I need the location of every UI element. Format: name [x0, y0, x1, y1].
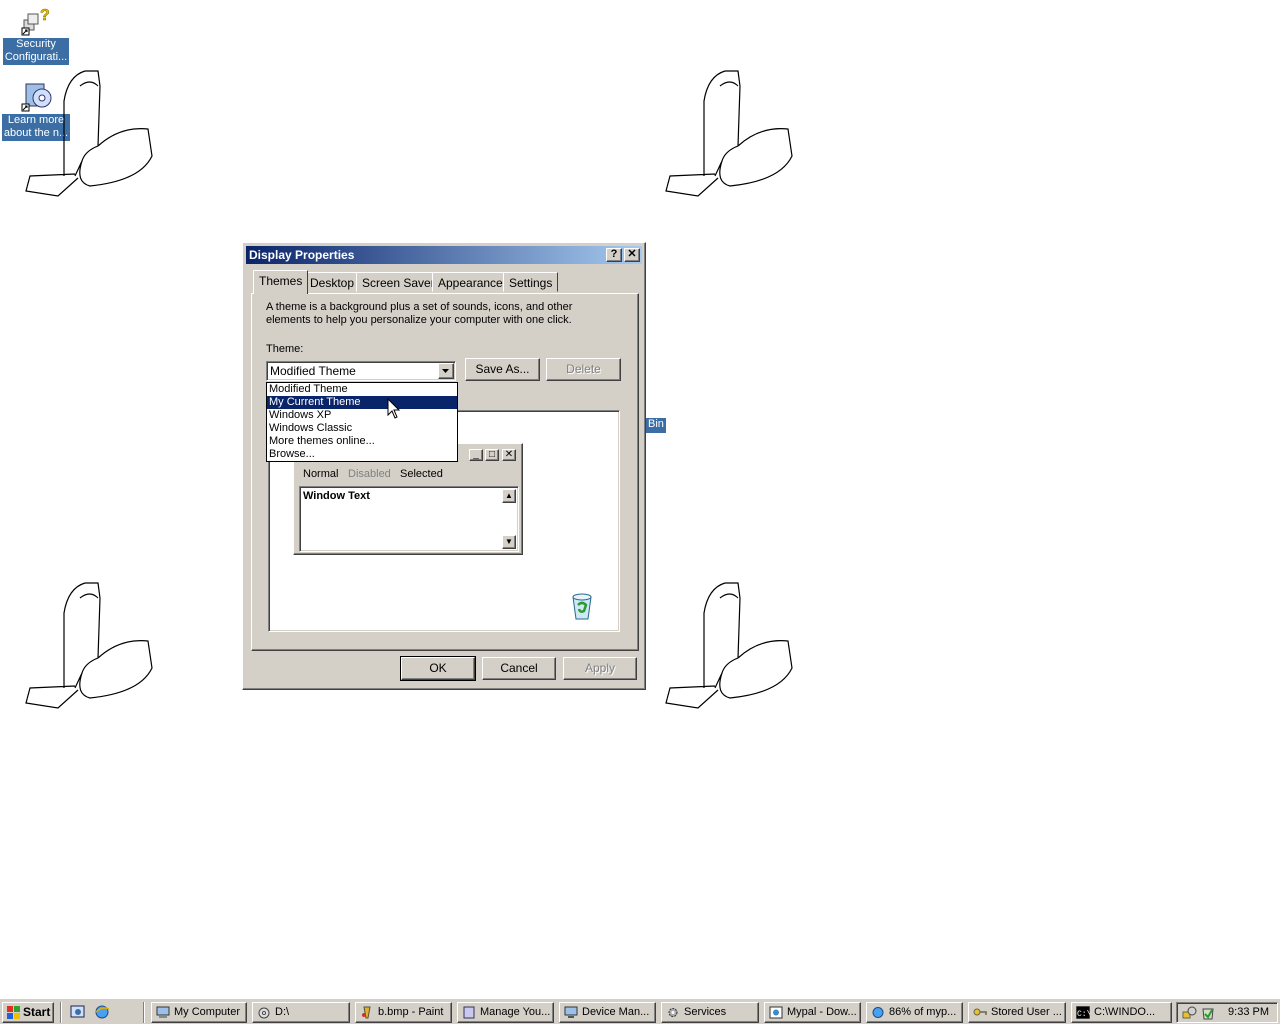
internet-explorer-icon [871, 1006, 885, 1019]
taskbar-label: 86% of myp... [889, 1006, 957, 1018]
security-icon-label-1: Security [16, 38, 56, 50]
dialog-titlebar[interactable]: Display Properties ? ✕ [246, 246, 642, 264]
taskbar-button-manage[interactable]: Manage You... [457, 1002, 554, 1023]
preview-menu-disabled: Disabled [348, 468, 391, 480]
taskbar-label: D:\ [275, 1006, 290, 1018]
manage-icon [462, 1006, 476, 1019]
svg-text:C:\: C:\ [1077, 1010, 1090, 1019]
wallpaper-sketch [665, 70, 793, 197]
dialog-title: Display Properties [249, 248, 355, 262]
taskbar-button-stored-user[interactable]: Stored User ... [968, 1002, 1066, 1023]
svg-text:?: ? [40, 7, 50, 24]
taskbar: Start My Computer D:\ b.bmp - Paint Mana… [0, 998, 1280, 1024]
maximize-icon: □ [485, 449, 499, 461]
wallpaper-sketch [25, 70, 153, 197]
cancel-button[interactable]: Cancel [482, 657, 556, 680]
desktop-icon-recycle-bin-label[interactable]: Bin [646, 418, 666, 433]
theme-option-modified[interactable]: Modified Theme [267, 383, 457, 396]
taskbar-button-my-computer[interactable]: My Computer [151, 1002, 247, 1023]
theme-dropdown-list: Modified Theme My Current Theme Windows … [266, 382, 458, 462]
taskbar-label: C:\WINDO... [1094, 1006, 1156, 1018]
taskbar-button-drive-d[interactable]: D:\ [252, 1002, 350, 1023]
paint-icon [360, 1006, 374, 1019]
security-configuration-icon: ? [20, 4, 52, 36]
theme-option-my-current[interactable]: My Current Theme [267, 396, 457, 409]
wallpaper-sketch [25, 582, 153, 709]
taskbar-button-mypal[interactable]: Mypal - Dow... [764, 1002, 861, 1023]
internet-explorer-icon[interactable] [94, 1004, 110, 1020]
network-icon[interactable] [1182, 1006, 1198, 1021]
start-label: Start [23, 1005, 51, 1019]
drive-icon [257, 1006, 271, 1019]
taskbar-button-device-manager[interactable]: Device Man... [559, 1002, 656, 1023]
tab-desktop[interactable]: Desktop [304, 272, 361, 292]
device-manager-icon [564, 1006, 578, 1019]
theme-option-windows-classic[interactable]: Windows Classic [267, 422, 457, 435]
close-button[interactable]: ✕ [624, 248, 640, 262]
scroll-down-icon: ▼ [502, 535, 516, 549]
preview-window-text-area: Window Text ▲ ▼ [299, 486, 519, 552]
taskbar-label: b.bmp - Paint [378, 1006, 444, 1018]
system-tray: 9:33 PM [1176, 1002, 1278, 1023]
show-desktop-icon[interactable] [70, 1004, 86, 1020]
theme-option-windows-xp[interactable]: Windows XP [267, 409, 457, 422]
ok-button[interactable]: OK [400, 656, 476, 681]
preview-menu-normal: Normal [303, 468, 339, 480]
theme-option-more-online[interactable]: More themes online... [267, 435, 457, 448]
security-icon-label-2: Configurati... [4, 51, 68, 63]
security-shield-icon[interactable] [1200, 1006, 1216, 1021]
save-as-button[interactable]: Save As... [465, 358, 540, 381]
theme-option-browse[interactable]: Browse... [267, 448, 457, 461]
windows-logo-icon [7, 1006, 21, 1019]
taskbar-button-download-progress[interactable]: 86% of myp... [866, 1002, 963, 1023]
taskbar-label: Mypal - Dow... [787, 1006, 857, 1018]
theme-select[interactable]: Modified Theme [266, 361, 456, 381]
taskbar-label: My Computer [174, 1006, 241, 1018]
clock[interactable]: 9:33 PM [1228, 1006, 1269, 1018]
taskbar-button-command-prompt[interactable]: C:\ C:\WINDO... [1071, 1002, 1172, 1023]
close-icon: ✕ [502, 449, 516, 461]
taskbar-label: Services [684, 1006, 727, 1018]
theme-select-value: Modified Theme [270, 364, 356, 378]
taskbar-separator [143, 1002, 145, 1023]
minimize-icon: _ [469, 449, 483, 461]
apply-button[interactable]: Apply [563, 657, 637, 680]
chevron-down-icon[interactable] [438, 363, 454, 379]
mouse-cursor-icon [387, 398, 401, 419]
scroll-up-icon: ▲ [502, 489, 516, 503]
desktop-icon-security-configuration[interactable]: ? Security Configurati... [0, 4, 72, 65]
tab-appearance[interactable]: Appearance [432, 272, 509, 292]
key-icon [973, 1006, 987, 1019]
browser-icon [769, 1006, 783, 1019]
taskbar-button-paint[interactable]: b.bmp - Paint [355, 1002, 452, 1023]
themes-description: A theme is a background plus a set of so… [266, 301, 573, 326]
help-button[interactable]: ? [606, 248, 622, 262]
start-button[interactable]: Start [2, 1002, 54, 1023]
preview-window-text: Window Text [303, 490, 370, 502]
taskbar-label: Manage You... [480, 1006, 551, 1018]
tab-settings[interactable]: Settings [503, 272, 559, 292]
preview-menu-selected: Selected [400, 468, 443, 480]
wallpaper-sketch [665, 582, 793, 709]
tab-themes[interactable]: Themes [253, 270, 309, 294]
command-prompt-icon: C:\ [1075, 1005, 1092, 1020]
taskbar-label: Stored User ... [991, 1006, 1062, 1018]
taskbar-separator [60, 1002, 62, 1023]
taskbar-label: Device Man... [582, 1006, 650, 1018]
taskbar-button-services[interactable]: Services [661, 1002, 759, 1023]
recycle-bin-icon [567, 591, 597, 621]
delete-button[interactable]: Delete [546, 358, 621, 381]
theme-label: Theme: [266, 343, 304, 355]
tab-screen-saver[interactable]: Screen Saver [356, 272, 441, 292]
computer-icon [156, 1006, 170, 1019]
gear-icon [666, 1006, 680, 1019]
